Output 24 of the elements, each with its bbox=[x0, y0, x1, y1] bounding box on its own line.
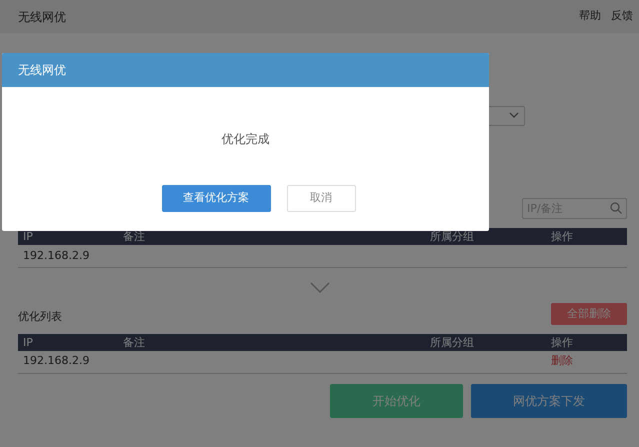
table-cell-text: 192.168.2.9 bbox=[22, 353, 90, 370]
chevron-down-icon bbox=[509, 112, 519, 119]
view-plan-button[interactable]: 查看优化方案 bbox=[162, 185, 270, 212]
column-header: 备注 bbox=[122, 334, 146, 350]
column-header: 操作 bbox=[550, 334, 574, 350]
column-header: 操作 bbox=[550, 229, 574, 245]
chevron-down-icon[interactable] bbox=[310, 282, 330, 293]
header-link[interactable]: 帮助 bbox=[579, 8, 601, 25]
column-header: 所属分组 bbox=[429, 334, 475, 350]
dialog-message: 优化完成 bbox=[222, 132, 270, 146]
column-header: 所属分组 bbox=[429, 229, 475, 245]
app-title: 无线网优 bbox=[18, 8, 66, 26]
header-link[interactable]: 反馈 bbox=[611, 8, 633, 25]
dialog-title: 无线网优 bbox=[2, 53, 489, 87]
section-title: 优化列表 bbox=[18, 309, 62, 325]
delete-link[interactable]: 删除 bbox=[546, 353, 627, 370]
column-header: 备注 bbox=[122, 229, 146, 245]
column-header: IP bbox=[22, 229, 34, 245]
cancel-button[interactable]: 取消 bbox=[286, 185, 356, 212]
deploy-button[interactable]: 网优方案下发 bbox=[471, 384, 627, 418]
delete-all-button[interactable]: 全部删除 bbox=[551, 303, 627, 325]
column-header: IP bbox=[22, 334, 34, 350]
search-icon bbox=[610, 202, 622, 214]
table-cell-text: 192.168.2.9 bbox=[22, 248, 90, 264]
